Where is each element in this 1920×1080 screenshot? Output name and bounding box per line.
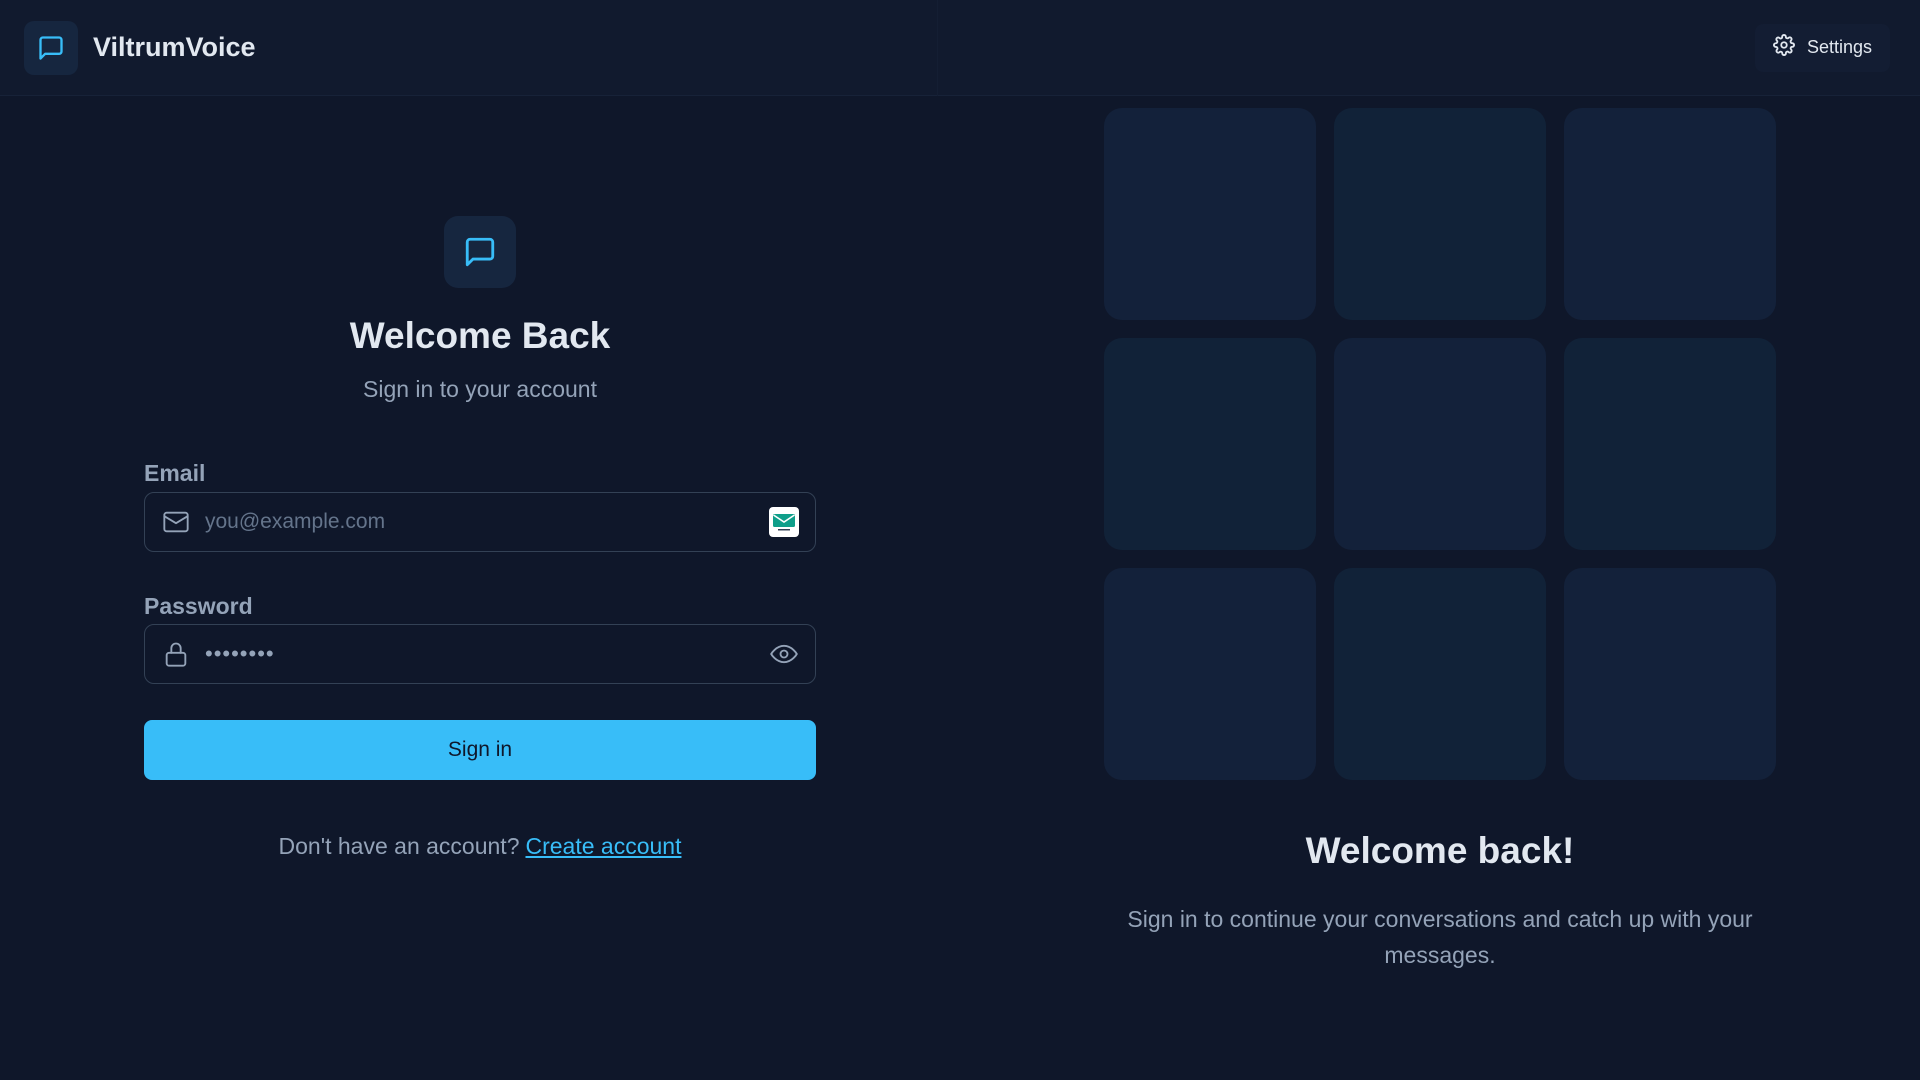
message-square-icon xyxy=(444,216,516,288)
app-name: ViltrumVoice xyxy=(93,32,256,62)
brand[interactable]: ViltrumVoice xyxy=(24,20,256,75)
create-account-link[interactable]: Create account xyxy=(525,833,681,859)
grid-tile xyxy=(1564,338,1776,550)
promo-panel: Welcome back! Sign in to continue your c… xyxy=(960,97,1920,1080)
eye-icon[interactable] xyxy=(769,639,799,669)
grid-tile xyxy=(1564,568,1776,780)
grid-tile xyxy=(1104,108,1316,320)
email-placeholder: you@example.com xyxy=(205,510,386,533)
grid-tile xyxy=(1334,108,1546,320)
message-square-icon xyxy=(24,20,78,75)
tile-grid xyxy=(1104,108,1776,780)
grid-tile xyxy=(1334,338,1546,550)
sign-in-button[interactable]: Sign in xyxy=(144,720,816,780)
page-subtitle: Sign in to your account xyxy=(363,376,597,402)
password-label: Password xyxy=(144,593,253,619)
top-bar-divider xyxy=(937,0,938,96)
password-value: •••••••• xyxy=(205,641,275,666)
grid-tile xyxy=(1564,108,1776,320)
promo-title: Welcome back! xyxy=(1305,830,1575,871)
grid-tile xyxy=(1104,338,1316,550)
login-panel: Welcome Back Sign in to your account Ema… xyxy=(0,97,960,1080)
grid-tile xyxy=(1334,568,1546,780)
settings-button[interactable]: Settings xyxy=(1754,23,1890,72)
autofill-extension-icon[interactable] xyxy=(769,507,799,537)
email-field[interactable]: you@example.com xyxy=(144,492,816,552)
email-label: Email xyxy=(144,460,206,486)
mail-icon xyxy=(161,507,191,537)
settings-label: Settings xyxy=(1806,37,1872,57)
lock-icon xyxy=(161,639,191,669)
password-field[interactable]: •••••••• xyxy=(144,624,816,684)
page-title: Welcome Back xyxy=(349,315,611,356)
gear-icon xyxy=(1772,34,1795,61)
main-content: Welcome Back Sign in to your account Ema… xyxy=(0,97,1920,1080)
promo-text: Sign in to continue your conversations a… xyxy=(1127,906,1753,968)
signup-prompt-text: Don't have an account? xyxy=(278,833,520,859)
top-bar: ViltrumVoice Settings xyxy=(0,0,1920,96)
signup-prompt: Don't have an account? Create account xyxy=(0,833,960,860)
grid-tile xyxy=(1104,568,1316,780)
